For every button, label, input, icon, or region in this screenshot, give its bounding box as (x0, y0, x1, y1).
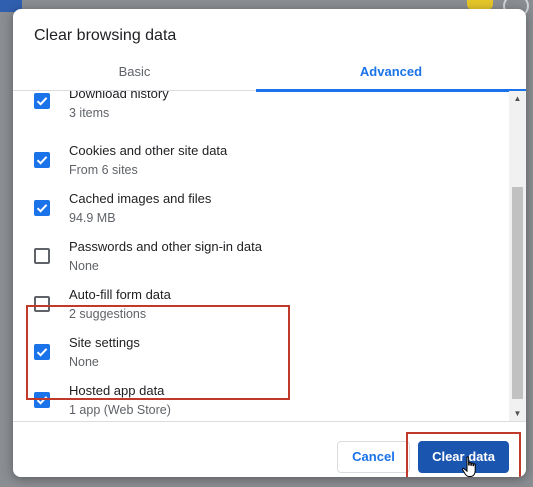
list-item-cookies[interactable]: Cookies and other site data From 6 sites (13, 135, 503, 183)
list-item-hosted-app-data[interactable]: Hosted app data 1 app (Web Store) (13, 375, 503, 421)
item-detail: 94.9 MB (69, 211, 116, 225)
dialog-footer: Cancel Clear data (13, 421, 526, 477)
checkbox-autofill[interactable] (34, 296, 50, 312)
dialog-title: Clear browsing data (34, 27, 177, 44)
checkbox-download-history[interactable] (34, 93, 50, 109)
checkbox-passwords[interactable] (34, 248, 50, 264)
item-detail: 1 app (Web Store) (69, 403, 171, 417)
hand-pointer-icon (461, 456, 476, 477)
list-item-passwords[interactable]: Passwords and other sign-in data None (13, 231, 503, 279)
data-type-list: Download history 3 items Cookies and oth… (13, 91, 509, 421)
list-item-site-settings[interactable]: Site settings None (13, 327, 503, 375)
tab-advanced[interactable]: Advanced (256, 57, 526, 92)
item-label: Cached images and files (69, 191, 212, 206)
item-detail: 2 suggestions (69, 307, 147, 321)
checkbox-site-settings[interactable] (34, 344, 50, 360)
clear-browsing-data-dialog: Clear browsing data Basic Advanced Downl… (13, 9, 526, 477)
checkbox-cookies[interactable] (34, 152, 50, 168)
checkbox-cached-images[interactable] (34, 200, 50, 216)
item-detail: None (69, 355, 99, 369)
chevron-up-icon[interactable]: ▲ (509, 91, 526, 106)
tab-bar: Basic Advanced (13, 57, 526, 92)
list-item-cached-images[interactable]: Cached images and files 94.9 MB (13, 183, 503, 231)
list-item-download-history[interactable]: Download history 3 items (13, 91, 503, 131)
item-detail: 3 items (69, 106, 110, 120)
item-label: Passwords and other sign-in data (69, 239, 262, 254)
checkmark-icon (36, 156, 48, 165)
item-detail: None (69, 259, 99, 273)
item-label: Download history (69, 91, 169, 101)
item-label: Cookies and other site data (69, 143, 228, 158)
cancel-button[interactable]: Cancel (337, 441, 410, 473)
checkmark-icon (36, 97, 48, 106)
checkmark-icon (36, 348, 48, 357)
item-label: Auto-fill form data (69, 287, 171, 302)
checkmark-icon (36, 396, 48, 405)
scrollbar[interactable]: ▲ ▼ (509, 91, 526, 421)
checkbox-hosted-app-data[interactable] (34, 392, 50, 408)
item-label: Hosted app data (69, 383, 165, 398)
item-label: Site settings (69, 335, 140, 350)
checkmark-icon (36, 204, 48, 213)
tab-basic[interactable]: Basic (13, 57, 256, 91)
chevron-down-icon[interactable]: ▼ (509, 406, 526, 421)
list-item-autofill[interactable]: Auto-fill form data 2 suggestions (13, 279, 503, 327)
item-detail: From 6 sites (69, 163, 138, 177)
scrollbar-thumb[interactable] (512, 187, 523, 399)
